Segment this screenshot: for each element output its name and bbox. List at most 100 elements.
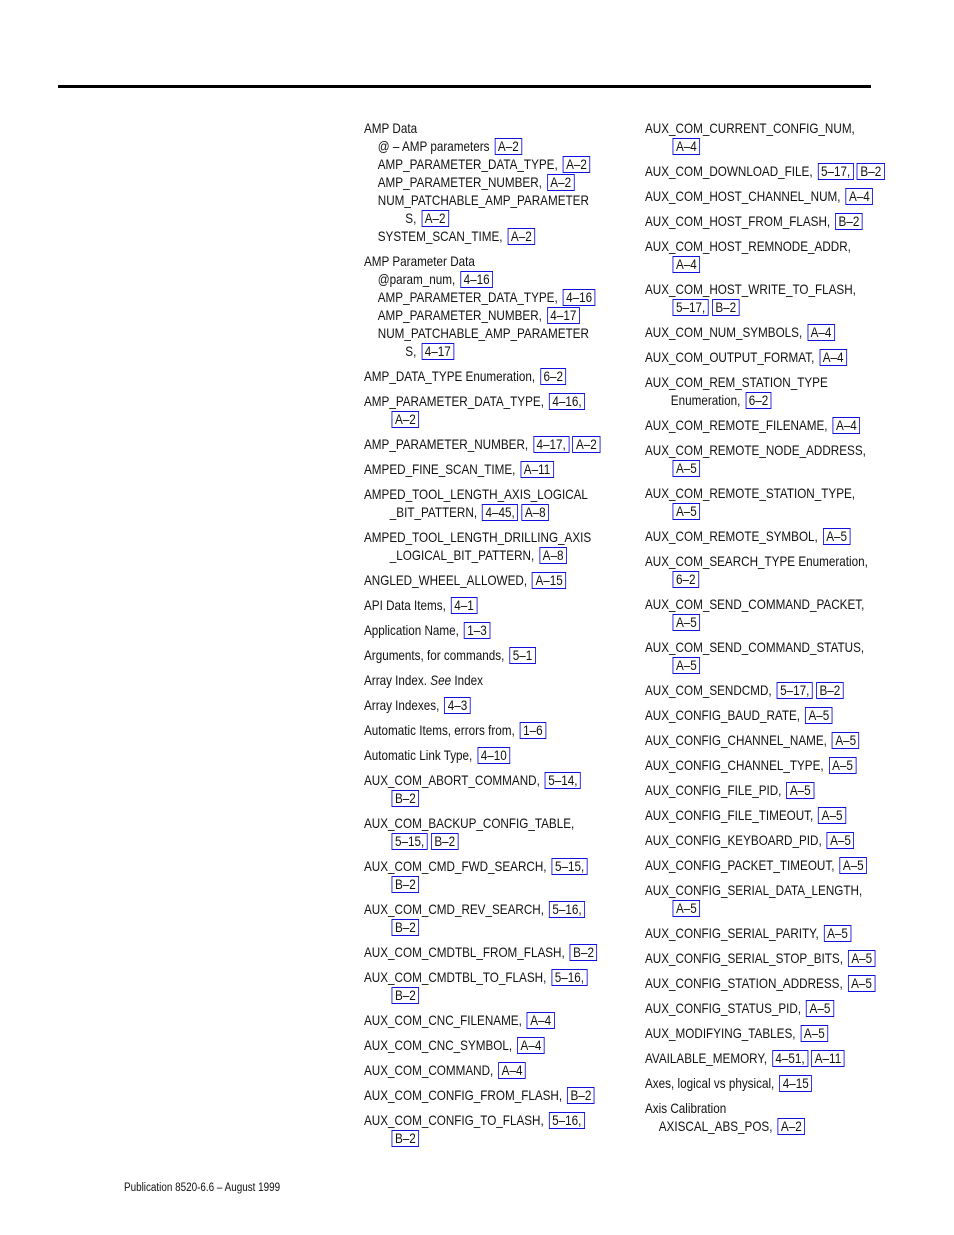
page-reference-link[interactable]: A–4 bbox=[832, 417, 861, 434]
page-reference-link[interactable]: A–2 bbox=[494, 138, 523, 155]
index-entry: AMP_PARAMETER_NUMBER, 4–17, A–2 bbox=[364, 436, 622, 454]
page-reference-link[interactable]: 5–15, bbox=[391, 833, 428, 850]
page-reference-link[interactable]: 4–17 bbox=[546, 307, 580, 324]
page-reference-link[interactable]: A–2 bbox=[507, 228, 536, 245]
page-reference-link[interactable]: 5–17, bbox=[817, 163, 854, 180]
page-reference-link[interactable]: 5–15, bbox=[551, 858, 588, 875]
index-term: AMP_PARAMETER_DATA_TYPE, bbox=[364, 394, 544, 409]
page-reference-link[interactable]: A–5 bbox=[672, 460, 701, 477]
page-reference-link[interactable]: A–2 bbox=[546, 174, 575, 191]
page-reference-link[interactable]: A–5 bbox=[826, 832, 855, 849]
page-reference-link[interactable]: 4–16, bbox=[548, 393, 586, 410]
index-refs-continuation: A–2 bbox=[364, 411, 622, 429]
page-reference-link[interactable]: B–2 bbox=[391, 876, 420, 893]
see-target[interactable]: Index bbox=[454, 673, 483, 688]
page-reference-link[interactable]: 4–3 bbox=[444, 697, 471, 714]
page-reference-link[interactable]: 4–17, bbox=[533, 436, 570, 453]
page-reference-link[interactable]: A–5 bbox=[847, 975, 876, 992]
page-reference-link[interactable]: 4–17 bbox=[421, 343, 455, 360]
page-reference-link[interactable]: 5–17, bbox=[672, 299, 709, 316]
page-reference-link[interactable]: A–5 bbox=[806, 1000, 834, 1017]
page-reference-link[interactable]: A–8 bbox=[521, 504, 550, 521]
page-reference-link[interactable]: A–4 bbox=[672, 138, 701, 155]
page-reference-link[interactable]: 1–6 bbox=[519, 722, 547, 739]
page-reference-link[interactable]: 4–45, bbox=[482, 504, 519, 521]
page-reference-link[interactable]: 5–16, bbox=[548, 1112, 585, 1129]
page-reference-link[interactable]: A–15 bbox=[532, 572, 567, 589]
page-reference-link[interactable]: 5–1 bbox=[509, 647, 536, 664]
page-reference-link[interactable]: 4–16 bbox=[460, 271, 494, 288]
index-term: AUX_COM_HOST_WRITE_TO_FLASH, bbox=[645, 282, 856, 297]
page-reference-link[interactable]: A–4 bbox=[672, 256, 701, 273]
index-term: AMPED_FINE_SCAN_TIME, bbox=[364, 462, 516, 477]
page-reference-link[interactable]: A–5 bbox=[672, 503, 701, 520]
index-term-line: AUX_COM_REMOTE_STATION_TYPE, bbox=[645, 485, 903, 503]
index-term: AUX_COM_SEND_COMMAND_PACKET, bbox=[645, 597, 865, 612]
page-reference-link[interactable]: A–4 bbox=[526, 1012, 555, 1029]
page-reference-link[interactable]: B–2 bbox=[711, 299, 740, 316]
page-reference-link[interactable]: 5–16, bbox=[551, 969, 588, 986]
index-refs-continuation: B–2 bbox=[364, 876, 622, 894]
page-reference-link[interactable]: 1–3 bbox=[463, 622, 491, 639]
page-reference-link[interactable]: 4–51, bbox=[771, 1050, 809, 1067]
page-reference-link[interactable]: 6–2 bbox=[745, 392, 772, 409]
page-reference-link[interactable]: A–5 bbox=[786, 782, 815, 799]
index-entry: AMP Data @ – AMP parameters A–2 AMP_PARAME… bbox=[364, 120, 622, 246]
page-reference-link[interactable]: A–5 bbox=[672, 900, 701, 917]
page-reference-link[interactable]: 5–16, bbox=[548, 901, 586, 918]
page-reference-link[interactable]: A–5 bbox=[839, 857, 868, 874]
page-reference-link[interactable]: 4–16 bbox=[562, 289, 596, 306]
page-reference-link[interactable]: A–2 bbox=[391, 411, 420, 428]
page-reference-link[interactable]: 5–14, bbox=[544, 772, 581, 789]
index-entry: AUX_COM_COMMAND, A–4 bbox=[364, 1062, 622, 1080]
page-reference-link[interactable]: B–2 bbox=[569, 944, 598, 961]
page-reference-link[interactable]: 6–2 bbox=[672, 571, 699, 588]
index-term-continuation: Enumeration, 6–2 bbox=[645, 392, 903, 410]
page-reference-link[interactable]: B–2 bbox=[391, 1130, 420, 1147]
page-reference-link[interactable]: A–8 bbox=[539, 547, 567, 564]
page-reference-link[interactable]: B–2 bbox=[391, 790, 420, 807]
page-reference-link[interactable]: 5–17, bbox=[776, 682, 813, 699]
index-term: AUX_CONFIG_SERIAL_PARITY, bbox=[645, 926, 819, 941]
page-reference-link[interactable]: B–2 bbox=[391, 919, 420, 936]
page-reference-link[interactable]: A–4 bbox=[498, 1062, 526, 1079]
index-subentry: AMP_PARAMETER_NUMBER, A–2 bbox=[364, 174, 622, 192]
page-reference-link[interactable]: A–4 bbox=[819, 349, 847, 366]
page-reference-link[interactable]: B–2 bbox=[430, 833, 459, 850]
page-reference-link[interactable]: A–11 bbox=[811, 1050, 845, 1067]
page-reference-link[interactable]: A–5 bbox=[672, 614, 701, 631]
page-reference-link[interactable]: 6–2 bbox=[540, 368, 567, 385]
page-reference-link[interactable]: A–11 bbox=[520, 461, 554, 478]
page-reference-link[interactable]: A–5 bbox=[823, 925, 852, 942]
page-reference-link[interactable]: A–5 bbox=[847, 950, 876, 967]
page-reference-link[interactable]: A–2 bbox=[572, 436, 601, 453]
index-subterm: NUM_PATCHABLE_AMP_PARAMETER bbox=[377, 193, 589, 208]
page-reference-link[interactable]: B–2 bbox=[567, 1087, 595, 1104]
page-reference-link[interactable]: B–2 bbox=[835, 213, 863, 230]
page-reference-link[interactable]: A–4 bbox=[845, 188, 874, 205]
page-reference-link[interactable]: 4–1 bbox=[450, 597, 478, 614]
page-reference-link[interactable]: 4–15 bbox=[779, 1075, 813, 1092]
page-reference-link[interactable]: B–2 bbox=[816, 682, 844, 699]
page-reference-link[interactable]: A–5 bbox=[805, 707, 833, 724]
index-term-line: ANGLED_WHEEL_ALLOWED, A–15 bbox=[364, 572, 622, 590]
page-reference-link[interactable]: A–5 bbox=[800, 1025, 829, 1042]
index-term: AUX_COM_BACKUP_CONFIG_TABLE, bbox=[364, 816, 575, 831]
page-reference-link[interactable]: A–4 bbox=[517, 1037, 545, 1054]
page-reference-link[interactable]: B–2 bbox=[856, 163, 885, 180]
page-reference-link[interactable]: A–4 bbox=[807, 324, 835, 341]
index-entry: AUX_COM_HOST_FROM_FLASH, B–2 bbox=[645, 213, 903, 231]
page-reference-link[interactable]: A–5 bbox=[828, 757, 857, 774]
index-term: AUX_MODIFYING_TABLES, bbox=[645, 1026, 796, 1041]
page-reference-link[interactable]: A–2 bbox=[777, 1118, 806, 1135]
page-reference-link[interactable]: A–2 bbox=[562, 156, 591, 173]
page-reference-link[interactable]: B–2 bbox=[391, 987, 420, 1004]
page-reference-link[interactable]: A–5 bbox=[672, 657, 701, 674]
page-reference-link[interactable]: 4–10 bbox=[477, 747, 511, 764]
index-subterm: NUM_PATCHABLE_AMP_PARAMETER bbox=[377, 326, 589, 341]
page-reference-link[interactable]: A–2 bbox=[421, 210, 449, 227]
page-reference-link[interactable]: A–5 bbox=[818, 807, 846, 824]
page-reference-link[interactable]: A–5 bbox=[831, 732, 860, 749]
index-subterm: AMP_PARAMETER_NUMBER, bbox=[377, 308, 542, 323]
page-reference-link[interactable]: A–5 bbox=[822, 528, 851, 545]
